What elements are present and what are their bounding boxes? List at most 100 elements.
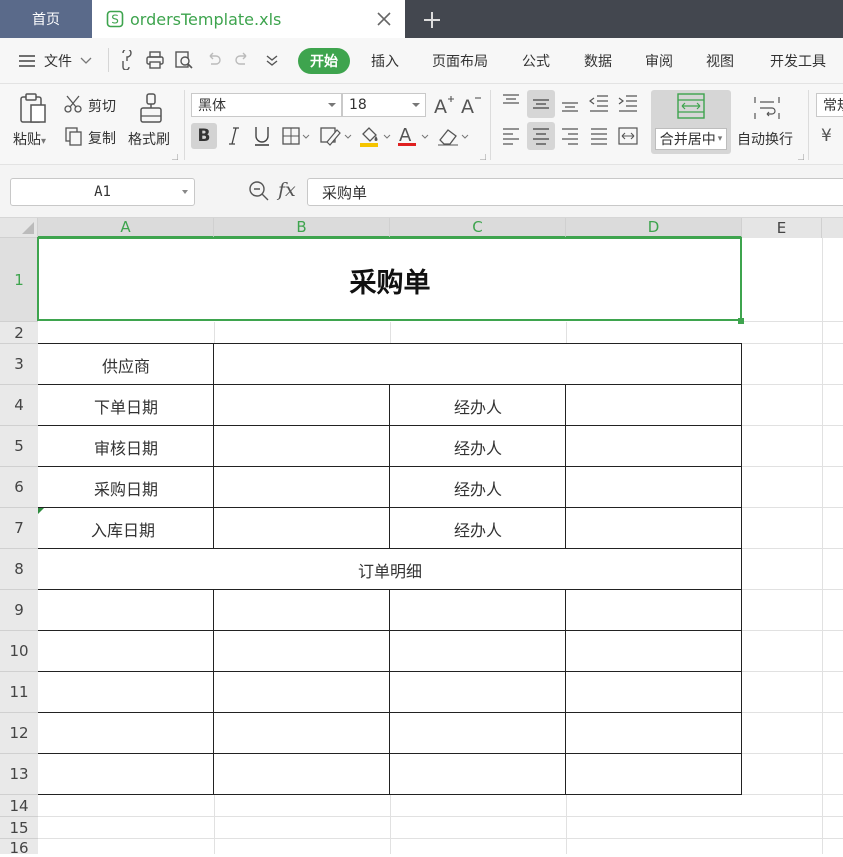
row-header-13[interactable]: 13 (0, 754, 38, 795)
currency-format-button[interactable]: ¥ (821, 126, 832, 146)
decrease-indent-icon[interactable] (588, 92, 610, 114)
decrease-font-size-icon[interactable]: A (460, 93, 482, 115)
paste-icon[interactable] (18, 92, 48, 124)
tab-file-label: ordersTemplate.xls (130, 9, 282, 29)
format-painter-icon[interactable] (138, 92, 164, 124)
gridline (390, 322, 391, 344)
row-header-15[interactable]: 15 (0, 817, 38, 839)
gridline (742, 425, 843, 426)
insert-function-button[interactable]: fx (278, 179, 296, 201)
row-header-14[interactable]: 14 (0, 795, 38, 817)
font-color-icon[interactable]: A (397, 124, 431, 148)
merge-center-dropdown[interactable]: 合并居中 ▾ (655, 128, 727, 150)
menu-divider (108, 48, 109, 72)
increase-indent-icon[interactable] (617, 92, 639, 114)
row-header-7[interactable]: 7 (0, 508, 38, 549)
row-header-9[interactable]: 9 (0, 590, 38, 631)
dialog-launcher-icon[interactable] (480, 154, 486, 160)
column-header-f[interactable] (822, 218, 843, 238)
align-left-icon[interactable] (500, 125, 522, 147)
gridline (742, 794, 843, 795)
row-header-3[interactable]: 3 (0, 344, 38, 385)
chevron-down-icon: ▾ (41, 136, 47, 147)
gridline (390, 795, 391, 854)
row-header-10[interactable]: 10 (0, 631, 38, 672)
increase-font-size-icon[interactable]: A (433, 93, 455, 115)
row-header-4[interactable]: 4 (0, 385, 38, 426)
gridline (742, 384, 843, 385)
row-header-2[interactable]: 2 (0, 322, 38, 344)
column-header-a[interactable]: A (38, 218, 214, 238)
close-tab-icon[interactable] (372, 9, 396, 31)
number-format-combo[interactable]: 常规 (816, 93, 843, 117)
wrap-text-button[interactable]: 自动换行 (737, 129, 793, 149)
paste-button[interactable]: 粘贴▾ (13, 129, 46, 149)
menu-tab-insert[interactable]: 插入 (371, 38, 399, 83)
redo-icon[interactable] (232, 50, 252, 70)
row-header-1[interactable]: 1 (0, 238, 38, 322)
purchase-date-label: 采购日期 (93, 479, 158, 499)
italic-icon[interactable] (226, 124, 242, 148)
format-painter-button[interactable]: 格式刷 (128, 129, 170, 149)
menu-tab-review[interactable]: 审阅 (645, 38, 673, 83)
align-bottom-icon[interactable] (559, 92, 581, 114)
undo-icon[interactable] (204, 50, 224, 70)
cut-button[interactable]: 剪切 (88, 96, 116, 116)
print-preview-icon[interactable] (174, 50, 194, 70)
clear-format-icon[interactable] (436, 124, 470, 148)
column-header-b[interactable]: B (214, 218, 390, 238)
merge-center-button[interactable]: 合并居中 ▾ (651, 90, 731, 154)
row-header-11[interactable]: 11 (0, 672, 38, 713)
fill-color-icon[interactable] (358, 124, 392, 148)
zoom-formula-icon[interactable] (248, 180, 270, 202)
menu-tab-page-layout[interactable]: 页面布局 (432, 38, 488, 83)
file-menu-button[interactable]: 文件 (18, 38, 92, 83)
menu-tab-data[interactable]: 数据 (584, 38, 612, 83)
formula-input[interactable]: 采购单 (307, 178, 843, 206)
handler-label: 经办人 (453, 479, 502, 499)
distributed-align-icon[interactable] (617, 125, 639, 147)
align-top-icon[interactable] (500, 92, 522, 114)
row-header-6[interactable]: 6 (0, 467, 38, 508)
align-center-button[interactable] (527, 122, 555, 150)
wrap-text-icon[interactable] (752, 94, 782, 122)
bold-button[interactable]: B (191, 123, 217, 149)
copy-button[interactable]: 复制 (88, 128, 116, 148)
align-middle-button[interactable] (527, 90, 555, 118)
menu-tab-view[interactable]: 视图 (706, 38, 734, 83)
supplier-label: 供应商 (101, 356, 150, 376)
menu-tab-developer[interactable]: 开发工具 (770, 38, 826, 83)
font-name-combo[interactable]: 黑体 (191, 93, 342, 117)
row-header-12[interactable]: 12 (0, 713, 38, 754)
row-header-5[interactable]: 5 (0, 426, 38, 467)
tab-home[interactable]: 首页 (0, 0, 92, 38)
font-size-combo[interactable]: 18 (342, 93, 426, 117)
justify-icon[interactable] (588, 125, 610, 147)
dialog-launcher-icon[interactable] (172, 154, 178, 160)
print-icon[interactable] (145, 50, 165, 70)
dialog-launcher-icon[interactable] (798, 154, 804, 160)
table-border (38, 753, 742, 754)
supplier-value-cell[interactable] (214, 344, 742, 385)
borders-icon[interactable] (281, 124, 311, 148)
row-header-16[interactable]: 16 (0, 839, 38, 857)
select-all-corner[interactable] (0, 218, 38, 238)
align-right-icon[interactable] (559, 125, 581, 147)
tab-file[interactable]: S ordersTemplate.xls (92, 0, 405, 38)
menu-tab-start[interactable]: 开始 (298, 48, 350, 74)
underline-icon[interactable] (253, 124, 271, 148)
menu-tab-formulas[interactable]: 公式 (522, 38, 550, 83)
copy-icon[interactable] (64, 126, 84, 146)
customize-toolbar-icon[interactable] (265, 54, 279, 66)
table-border (213, 589, 214, 795)
column-header-c[interactable]: C (390, 218, 566, 238)
cell-style-icon[interactable] (319, 124, 353, 148)
column-header-d[interactable]: D (566, 218, 742, 238)
new-tab-icon[interactable] (420, 8, 444, 32)
share-icon[interactable] (117, 50, 137, 70)
gridline (742, 507, 843, 508)
name-box[interactable]: A1 (10, 178, 195, 206)
column-header-e[interactable]: E (742, 218, 822, 238)
scissors-icon[interactable] (63, 94, 83, 114)
row-header-8[interactable]: 8 (0, 549, 38, 590)
